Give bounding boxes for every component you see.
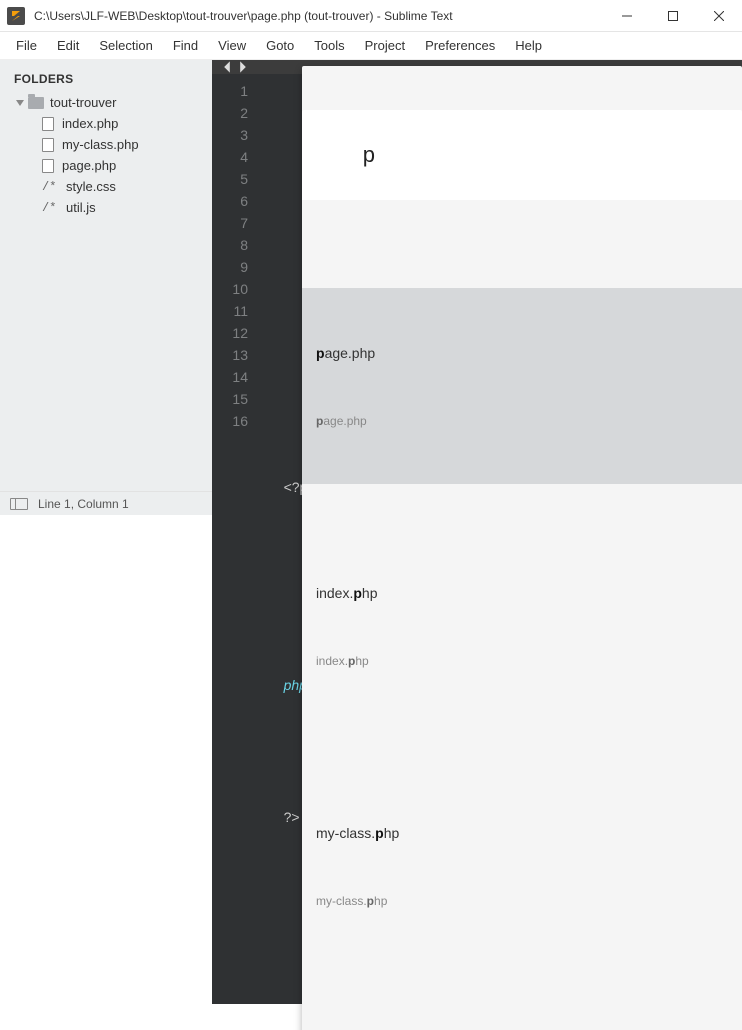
- goto-input[interactable]: [349, 132, 742, 178]
- tree-file-index[interactable]: index.php: [0, 113, 212, 134]
- file-label: util.js: [66, 200, 96, 215]
- folders-header: FOLDERS: [0, 70, 212, 92]
- goto-result-0[interactable]: page.php page.php: [302, 288, 742, 484]
- tree-file-myclass[interactable]: my-class.php: [0, 134, 212, 155]
- folder-icon: [28, 97, 44, 109]
- minimize-button[interactable]: [604, 0, 650, 31]
- goto-input-wrap: [302, 110, 742, 200]
- menu-find[interactable]: Find: [163, 34, 208, 57]
- file-icon: [42, 159, 54, 173]
- maximize-button[interactable]: [650, 0, 696, 31]
- sidebar: FOLDERS tout-trouver index.php my-class.…: [0, 60, 212, 491]
- file-label: page.php: [62, 158, 116, 173]
- menu-selection[interactable]: Selection: [89, 34, 162, 57]
- line-gutter: 12345678910111213141516: [212, 74, 258, 1004]
- goto-result-2[interactable]: my-class.php my-class.php: [302, 768, 742, 964]
- panel-switch-icon[interactable]: [10, 498, 28, 510]
- code-area[interactable]: et' <?php phpClass::bonjour(); ?>: [258, 74, 742, 1004]
- status-position: Line 1, Column 1: [38, 497, 129, 511]
- menu-tools[interactable]: Tools: [304, 34, 354, 57]
- tree-folder[interactable]: tout-trouver: [0, 92, 212, 113]
- chevron-down-icon: [16, 100, 24, 106]
- tree-file-util[interactable]: /* util.js: [0, 197, 212, 218]
- menu-help[interactable]: Help: [505, 34, 552, 57]
- editor-column: 12345678910111213141516 et' <?php phpCla…: [212, 60, 742, 491]
- close-button[interactable]: [696, 0, 742, 31]
- goto-results: page.php page.php index.php index.php my…: [302, 244, 742, 1008]
- app-icon: [6, 6, 26, 26]
- menu-goto[interactable]: Goto: [256, 34, 304, 57]
- nav-forward-icon[interactable]: [236, 60, 250, 74]
- file-icon: [42, 138, 54, 152]
- code-editor[interactable]: 12345678910111213141516 et' <?php phpCla…: [212, 74, 742, 1004]
- menu-edit[interactable]: Edit: [47, 34, 89, 57]
- file-icon: /*: [42, 201, 58, 215]
- window-title: C:\Users\JLF-WEB\Desktop\tout-trouver\pa…: [34, 9, 453, 23]
- folder-label: tout-trouver: [50, 95, 116, 110]
- menu-view[interactable]: View: [208, 34, 256, 57]
- tree-file-page[interactable]: page.php: [0, 155, 212, 176]
- file-label: style.css: [66, 179, 116, 194]
- menu-bar: File Edit Selection Find View Goto Tools…: [0, 32, 742, 60]
- menu-file[interactable]: File: [6, 34, 47, 57]
- goto-anything-overlay: page.php page.php index.php index.php my…: [302, 66, 742, 1030]
- file-icon: [42, 117, 54, 131]
- goto-result-1[interactable]: index.php index.php: [302, 528, 742, 724]
- window-controls: [604, 0, 742, 31]
- file-icon: /*: [42, 180, 58, 194]
- file-label: my-class.php: [62, 137, 139, 152]
- menu-project[interactable]: Project: [355, 34, 415, 57]
- menu-preferences[interactable]: Preferences: [415, 34, 505, 57]
- tree-file-style[interactable]: /* style.css: [0, 176, 212, 197]
- file-label: index.php: [62, 116, 118, 131]
- title-bar: C:\Users\JLF-WEB\Desktop\tout-trouver\pa…: [0, 0, 742, 32]
- nav-back-icon[interactable]: [220, 60, 234, 74]
